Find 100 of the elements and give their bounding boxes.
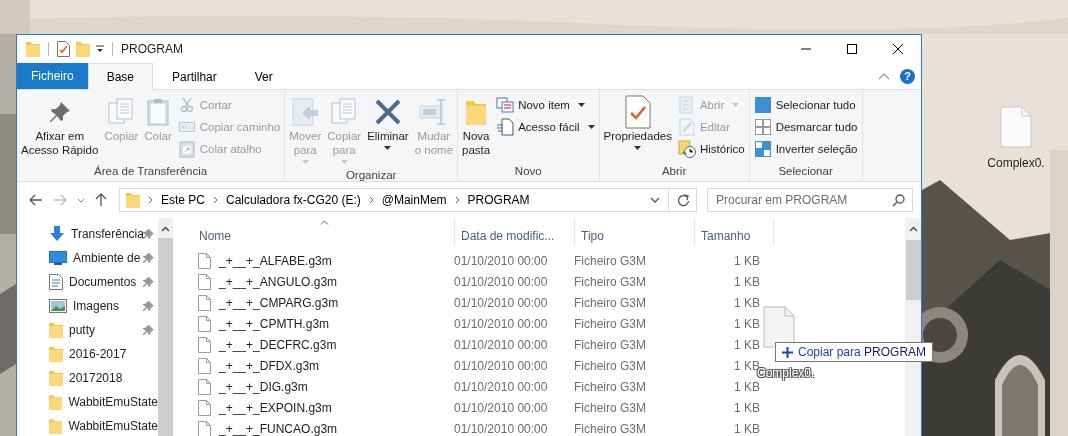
history-icon xyxy=(677,140,696,158)
document-icon xyxy=(496,118,515,136)
ribbon-button[interactable]: Inverter seleção xyxy=(751,139,860,159)
table-cell-text: Ficheiro G3M xyxy=(574,253,648,268)
file-name[interactable]: _+__+_FUNCAO.g3m xyxy=(219,421,338,436)
table-cell-text: 1 KB xyxy=(733,295,760,310)
nav-item[interactable]: 20172018 xyxy=(49,366,158,390)
file-name[interactable]: _+__+_DFDX.g3m xyxy=(219,358,320,373)
file-name[interactable]: _+__+_DIG.g3m xyxy=(219,379,308,394)
ribbon-button[interactable]: Desmarcar tudo xyxy=(751,117,860,137)
file-icon xyxy=(198,273,211,290)
grid-icon xyxy=(754,141,771,157)
ribbon-button[interactable]: Nova pasta xyxy=(460,93,493,162)
nav-item[interactable]: Ambiente de xyxy=(49,246,158,270)
file-name[interactable]: _+__+_DECFRC.g3m xyxy=(219,337,337,352)
file-icon xyxy=(198,378,211,395)
table-cell-text: 1 KB xyxy=(733,316,760,331)
column-header[interactable]: Tamanho xyxy=(695,218,774,246)
table-cell-text: Ficheiro G3M xyxy=(574,400,648,415)
chevron-icon[interactable] xyxy=(77,197,85,203)
file-icon xyxy=(198,315,211,332)
file-icon xyxy=(198,399,211,416)
forward-icon[interactable] xyxy=(53,194,67,206)
breadcrumb[interactable]: Este PC xyxy=(161,193,205,207)
tooltip-text: Copiar para PROGRAM xyxy=(798,345,927,359)
window-title: PROGRAM xyxy=(121,42,183,56)
file-tab[interactable]: Ficheiro xyxy=(17,63,88,89)
dropdown-icon[interactable] xyxy=(96,45,104,53)
nav-item[interactable]: Transferência xyxy=(49,222,158,246)
address-bar[interactable]: Este PC Calculadora fx-CG20 (E:) @MainMem PROGRAM xyxy=(119,188,697,212)
back-icon[interactable] xyxy=(29,194,43,206)
table-cell-text: Ficheiro G3M xyxy=(574,421,648,436)
search-icon xyxy=(892,194,905,207)
file-name[interactable]: _+__+_ALFABE.g3m xyxy=(219,253,332,268)
checked-document-icon xyxy=(623,95,652,129)
table-cell-text: 1 KB xyxy=(733,337,760,352)
grid-icon xyxy=(754,97,771,113)
checked-document-icon[interactable] xyxy=(57,41,70,57)
caret-icon xyxy=(577,103,585,107)
nav-item[interactable]: WabbitEmuState xyxy=(49,390,158,414)
column-header[interactable]: Nome xyxy=(193,218,455,246)
ribbon-button[interactable]: Selecionar tudo xyxy=(751,95,860,115)
collapse-icon[interactable] xyxy=(878,72,890,80)
file-name[interactable]: _+__+_CMPARG.g3m xyxy=(219,295,339,310)
pages-icon xyxy=(107,97,136,127)
column-header[interactable]: Tipo xyxy=(575,218,695,246)
path-icon xyxy=(178,122,195,132)
file-icon xyxy=(198,294,211,311)
file-icon xyxy=(763,306,795,348)
caret-icon xyxy=(587,125,595,129)
table-cell-text: 1 KB xyxy=(733,253,760,268)
ribbon-tab[interactable]: Partilhar xyxy=(153,63,236,90)
table-cell-text: Ficheiro G3M xyxy=(574,358,648,373)
refresh-icon[interactable] xyxy=(677,193,690,207)
group-label: Novo xyxy=(513,164,543,179)
table-cell-text: 01/10/2010 00:00 xyxy=(454,400,549,415)
folder-icon xyxy=(126,192,140,208)
maximize-icon xyxy=(847,44,857,54)
file-icon xyxy=(198,357,211,374)
table-cell-text: Ficheiro G3M xyxy=(574,337,648,352)
up-icon[interactable] xyxy=(95,193,107,207)
ribbon-button[interactable]: Afixar em Acesso Rápido xyxy=(19,93,101,162)
ribbon-button[interactable]: Propriedades xyxy=(601,93,674,162)
ribbon-button[interactable]: Novo item xyxy=(494,95,597,115)
breadcrumb[interactable]: @MainMem xyxy=(381,193,447,207)
search-field[interactable]: Procurar em PROGRAM xyxy=(707,188,913,212)
caret-icon xyxy=(634,146,642,150)
nav-item[interactable]: WabbitEmuState xyxy=(49,414,158,436)
ribbon-button[interactable]: Histórico xyxy=(675,139,747,159)
nav-item[interactable]: 2016-2017 xyxy=(49,342,158,366)
ribbon-button[interactable]: Acesso fácil xyxy=(494,117,597,137)
breadcrumb[interactable]: Calculadora fx-CG20 (E:) xyxy=(226,193,361,207)
help-button[interactable]: ? xyxy=(900,68,915,84)
file-name[interactable]: _+__+_ANGULO.g3m xyxy=(219,274,338,289)
chevron-icon[interactable] xyxy=(650,197,660,203)
table-cell-text: 01/10/2010 00:00 xyxy=(454,421,549,436)
pages-icon xyxy=(330,97,359,127)
group-label: Selecionar xyxy=(777,164,834,179)
ribbon-tab[interactable]: Base xyxy=(87,63,154,90)
caret-icon xyxy=(384,146,392,150)
caret-icon xyxy=(301,160,309,164)
scrollbar-thumb[interactable] xyxy=(158,238,173,436)
scroll-up-icon[interactable] xyxy=(161,226,170,232)
caret-icon xyxy=(340,160,348,164)
nav-item[interactable]: putty xyxy=(49,318,158,342)
breadcrumb[interactable]: PROGRAM xyxy=(467,193,530,207)
file-icon xyxy=(198,252,211,269)
file-name[interactable]: _+__+_EXPOIN.g3m xyxy=(219,400,332,415)
ribbon-tab[interactable]: Ver xyxy=(235,63,292,90)
nav-item[interactable]: Documentos xyxy=(49,270,158,294)
table-cell-text: Ficheiro G3M xyxy=(574,295,648,310)
nav-item[interactable]: Imagens xyxy=(49,294,158,318)
document-icon xyxy=(49,274,63,290)
monitor-icon xyxy=(49,251,67,265)
column-header[interactable]: Data de modific... xyxy=(455,218,575,246)
folder-icon xyxy=(49,346,63,362)
scrollbar-thumb[interactable] xyxy=(906,240,921,300)
ribbon-button[interactable]: Eliminar xyxy=(365,93,411,166)
file-name[interactable]: _+__+_CPMTH.g3m xyxy=(219,316,330,331)
scroll-up-icon[interactable] xyxy=(909,226,918,232)
